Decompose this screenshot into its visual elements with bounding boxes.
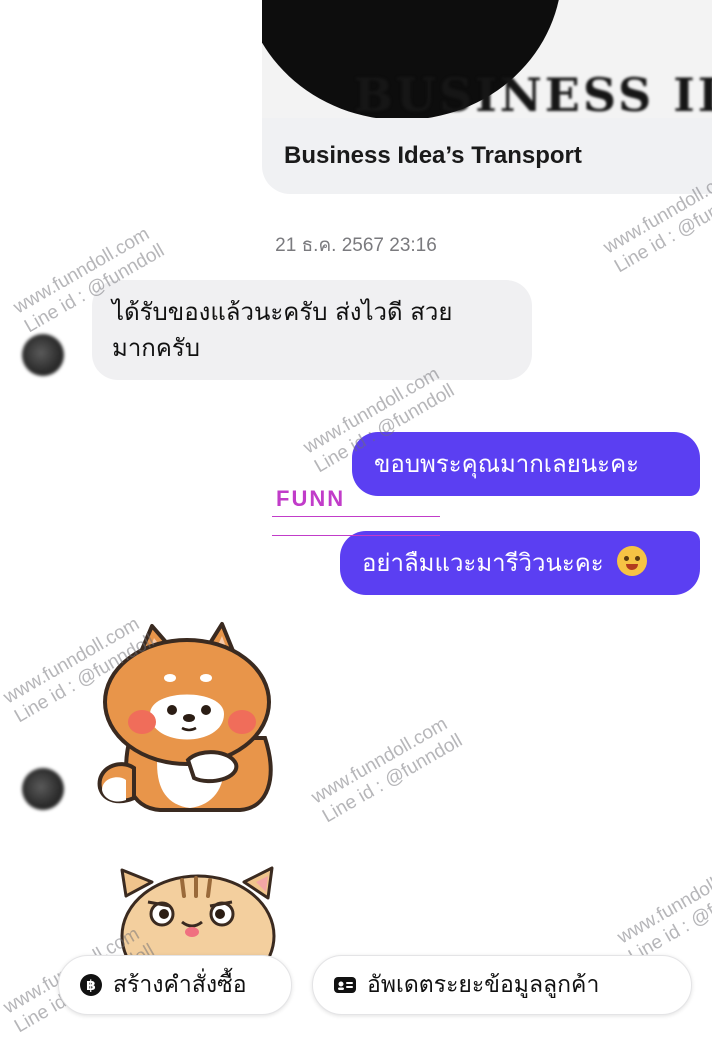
link-preview-card[interactable]: BUSINESS IDEA Business Idea’s Transport [262, 0, 712, 194]
svg-text:฿: ฿ [86, 978, 96, 994]
watermark: www.funndoll.com Line id : @funndoll [614, 851, 712, 968]
shiba-dog-sticker[interactable] [90, 618, 280, 814]
incoming-message-line-2: มากครับ [112, 334, 201, 362]
watermark-site: www.funndoll.com [614, 853, 712, 949]
link-preview-image-text: BUSINESS IDEA [354, 68, 712, 118]
watermark-site: www.funndoll.com [308, 713, 452, 809]
incoming-message-bubble[interactable]: ได้รับของแล้วนะครับ ส่งไวดี สวย มากครับ [92, 280, 532, 380]
link-preview-image: BUSINESS IDEA [262, 0, 712, 118]
baht-coin-icon: ฿ [79, 973, 103, 997]
message-timestamp: 21 ธ.ค. 2567 23:16 [275, 235, 437, 256]
create-order-label: สร้างคำสั่งซื้อ [113, 972, 247, 998]
outgoing-message-bubble[interactable]: อย่าลืมแวะมารีวิวนะคะ [340, 531, 700, 595]
brand-logo: FUNN [272, 486, 442, 536]
id-card-icon [333, 973, 357, 997]
brand-logo-text: FUNN [276, 486, 346, 511]
smiling-face-with-hearts-emoji-icon [617, 546, 648, 576]
update-customer-info-button[interactable]: อัพเดตระยะข้อมูลลูกค้า [312, 955, 692, 1015]
update-customer-info-label: อัพเดตระยะข้อมูลลูกค้า [367, 972, 600, 998]
watermark-line: Line id : @funndoll [319, 730, 467, 828]
watermark-line: Line id : @funndoll [625, 870, 712, 968]
tabby-cat-sticker[interactable] [118, 866, 278, 956]
sender-avatar[interactable] [22, 768, 64, 810]
watermark: www.funndoll.com Line id : @funndoll [308, 711, 467, 828]
outgoing-message-text: อย่าลืมแวะมารีวิวนะคะ [362, 549, 604, 577]
sender-avatar[interactable] [22, 334, 64, 376]
link-preview-title: Business Idea’s Transport [284, 142, 582, 169]
create-order-button[interactable]: ฿ สร้างคำสั่งซื้อ [58, 955, 292, 1015]
incoming-message-line-1: ได้รับของแล้วนะครับ ส่งไวดี สวย [112, 298, 453, 326]
outgoing-message-text: ขอบพระคุณมากเลยนะคะ [374, 450, 640, 478]
